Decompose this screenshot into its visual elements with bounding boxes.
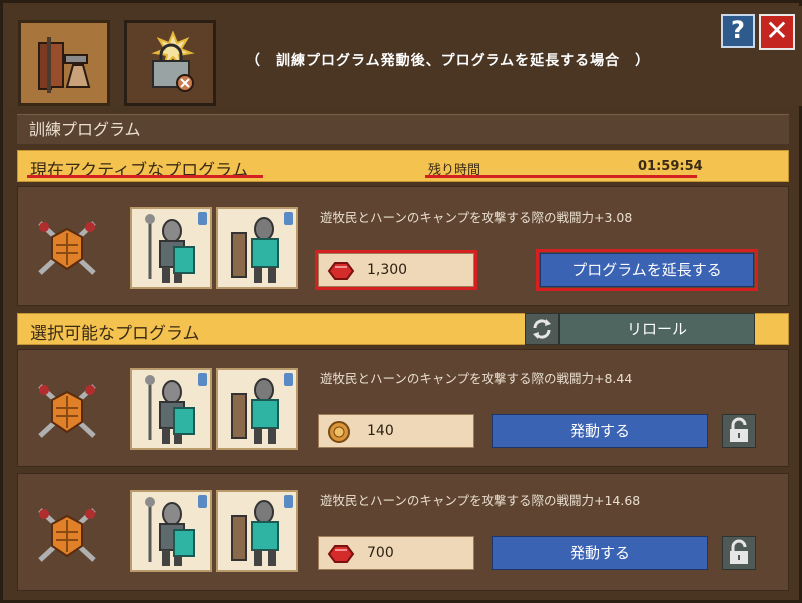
reroll-button[interactable]: リロール (559, 313, 755, 345)
program-description: 遊牧民とハーンのキャンプを攻撃する際の戦闘力+14.68 (320, 493, 641, 508)
ruby-icon (327, 545, 355, 563)
shield-swords-icon (38, 508, 96, 562)
cost-value: 700 (367, 545, 394, 561)
lock-burst-icon (151, 31, 195, 92)
available-programs-label: 選択可能なプログラム (30, 324, 200, 344)
activate-button[interactable]: 発動する (492, 414, 708, 448)
unit-card-crossbowman[interactable] (216, 207, 298, 289)
lock-button[interactable] (722, 414, 756, 448)
program-cost: 140 (318, 414, 474, 448)
highlight-underline (425, 175, 697, 178)
window-header: （ 訓練プログラム発動後、プログラムを延長する場合 ） ? ✕ (6, 6, 802, 106)
available-program-row: 遊牧民とハーンのキャンプを攻撃する際の戦闘力+14.68 700 発動する (17, 473, 789, 591)
window-title: （ 訓練プログラム発動後、プログラムを延長する場合 ） (246, 53, 651, 69)
shield-swords-icon (38, 384, 96, 438)
unlock-icon (730, 539, 748, 564)
highlight-box (315, 250, 477, 290)
shield-swords-icon (38, 221, 96, 275)
highlight-box (536, 249, 758, 291)
unlock-icon (730, 417, 748, 442)
program-description: 遊牧民とハーンのキャンプを攻撃する際の戦闘力+8.44 (320, 371, 633, 386)
info-icon[interactable] (284, 373, 293, 386)
activate-button[interactable]: 発動する (492, 536, 708, 570)
special-tab[interactable] (124, 20, 216, 106)
unit-card-knight[interactable] (130, 368, 212, 450)
program-description: 遊牧民とハーンのキャンプを攻撃する際の戦闘力+3.08 (320, 210, 633, 225)
info-icon[interactable] (198, 212, 207, 225)
unit-card-knight[interactable] (130, 490, 212, 572)
info-icon[interactable] (284, 212, 293, 225)
unit-card-crossbowman[interactable] (216, 368, 298, 450)
signpost-icon (38, 37, 91, 93)
info-icon[interactable] (198, 373, 207, 386)
training-window: （ 訓練プログラム発動後、プログラムを延長する場合 ） ? ✕ 訓練プログラム … (0, 0, 802, 603)
unit-card-crossbowman[interactable] (216, 490, 298, 572)
cost-value: 140 (367, 423, 394, 439)
active-program-row: 遊牧民とハーンのキャンプを攻撃する際の戦闘力+3.08 1,300 プログラムを… (17, 186, 789, 306)
help-button[interactable]: ? (721, 14, 755, 48)
close-button[interactable]: ✕ (759, 14, 795, 50)
unit-card-knight[interactable] (130, 207, 212, 289)
info-icon[interactable] (198, 495, 207, 508)
program-cost: 700 (318, 536, 474, 570)
lock-button[interactable] (722, 536, 756, 570)
refresh-icon (533, 319, 551, 339)
highlight-underline (27, 175, 263, 178)
training-section-heading: 訓練プログラム (17, 114, 789, 144)
info-icon[interactable] (284, 495, 293, 508)
refresh-button[interactable] (525, 313, 559, 345)
remaining-time-value: 01:59:54 (638, 159, 703, 174)
coin-icon (328, 421, 350, 443)
available-program-row: 遊牧民とハーンのキャンプを攻撃する際の戦闘力+8.44 140 発動する (17, 349, 789, 467)
training-tab[interactable] (18, 20, 110, 106)
